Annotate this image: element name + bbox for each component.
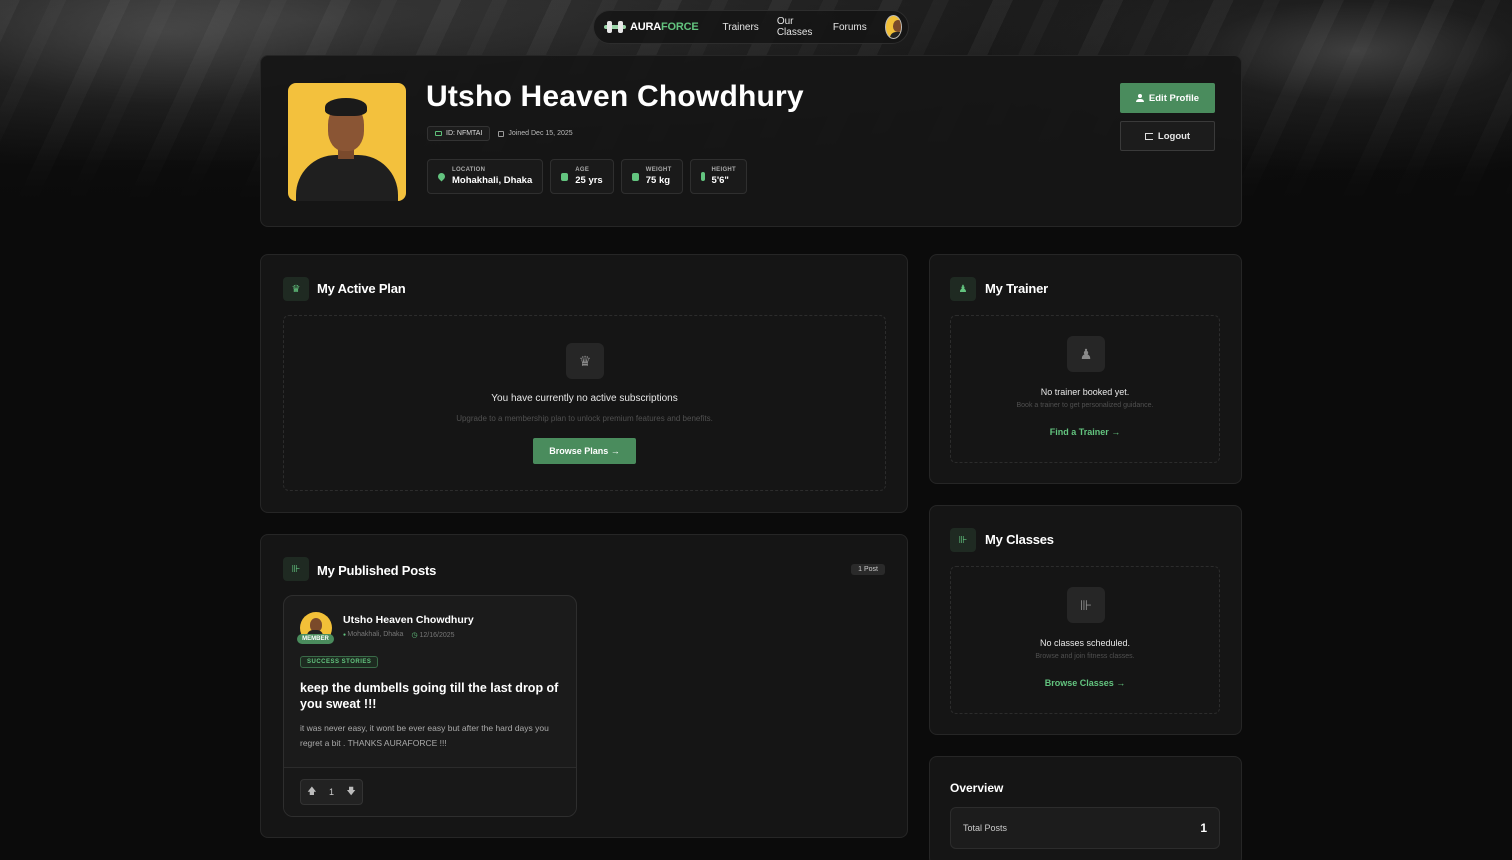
- stat-location-label: LOCATION: [452, 167, 486, 173]
- dumbbell-icon: ⊪: [950, 528, 976, 552]
- overview-row-total-posts: Total Posts 1: [950, 807, 1220, 849]
- active-plan-card: ♛ My Active Plan ♛ You have currently no…: [260, 254, 908, 513]
- trainer-empty-state: ♟ No trainer booked yet. Book a trainer …: [950, 315, 1220, 463]
- location-pin-icon: [436, 171, 447, 182]
- stat-height-label: HEIGHT: [711, 167, 737, 173]
- photo-shirt: [296, 155, 398, 201]
- profile-card: Utsho Heaven Chowdhury ID: NFMTAI Joined…: [260, 55, 1242, 227]
- published-posts-title: My Published Posts: [317, 563, 437, 578]
- stat-weight-label: WEIGHT: [645, 167, 672, 173]
- profile-photo: [288, 83, 406, 201]
- member-badge: MEMBER: [297, 634, 334, 644]
- trainer-icon: ♟: [950, 277, 976, 301]
- post-date: 12/16/2025: [411, 631, 455, 639]
- post-location: Mohakhali, Dhaka: [343, 631, 403, 639]
- trainer-empty-subtitle: Book a trainer to get personalized guida…: [1016, 402, 1154, 409]
- weight-icon: [631, 172, 639, 181]
- logout-label: Logout: [1157, 130, 1191, 142]
- joined-date-text: Joined Dec 15, 2025: [508, 130, 573, 137]
- browse-classes-link[interactable]: Browse Classes →: [951, 678, 1219, 688]
- plan-empty-title: You have currently no active subscriptio…: [491, 393, 678, 404]
- post-title: keep the dumbells going till the last dr…: [300, 681, 559, 711]
- stat-age-value: 25 yrs: [575, 175, 603, 186]
- age-icon: [561, 172, 569, 181]
- nav-link-trainers[interactable]: Trainers: [723, 22, 759, 33]
- nav-link-forums[interactable]: Forums: [833, 22, 867, 33]
- vote-control: 🡅 1 🡇: [300, 779, 363, 805]
- photo-hair: [325, 98, 367, 116]
- crown-placeholder-icon: ♛: [566, 343, 604, 379]
- profile-name: Utsho Heaven Chowdhury: [426, 80, 804, 113]
- overview-label: Total Posts: [963, 823, 1008, 833]
- post-category-tag[interactable]: SUCCESS STORIES: [300, 656, 379, 668]
- id-card-icon: [435, 131, 442, 136]
- overview-title: Overview: [950, 781, 1004, 795]
- trainer-empty-title: No trainer booked yet.: [1040, 387, 1130, 397]
- brand-name: AURAFORCE: [630, 21, 699, 33]
- post-card[interactable]: MEMBER Utsho Heaven Chowdhury Mohakhali,…: [283, 595, 577, 817]
- classes-empty-subtitle: Browse and join fitness classes.: [1035, 653, 1135, 660]
- top-nav: AURAFORCE Trainers Our Classes Forums: [593, 10, 909, 44]
- stat-age-label: AGE: [575, 167, 590, 173]
- brand-name-part-1: AURA: [630, 21, 661, 33]
- stat-location: LOCATION Mohakhali, Dhaka: [427, 159, 544, 194]
- stat-height: HEIGHT 5'6": [689, 159, 748, 194]
- downvote-icon[interactable]: 🡇: [346, 784, 355, 800]
- logout-button[interactable]: Logout: [1120, 121, 1215, 151]
- stat-location-value: Mohakhali, Dhaka: [452, 175, 533, 186]
- overview-value: 1: [1200, 821, 1207, 835]
- overview-card: Overview Total Posts 1: [929, 756, 1242, 860]
- edit-profile-label: Edit Profile: [1148, 92, 1200, 104]
- stat-height-value: 5'6": [711, 175, 729, 186]
- calendar-icon: [498, 130, 505, 137]
- avatar-face: [889, 20, 901, 38]
- crown-icon: ♛: [283, 277, 309, 301]
- stat-weight: WEIGHT 75 kg: [620, 159, 683, 194]
- active-plan-title: My Active Plan: [317, 281, 406, 296]
- brand-logo[interactable]: AURAFORCE: [604, 21, 699, 33]
- post-meta: Mohakhali, Dhaka 12/16/2025: [343, 631, 455, 639]
- post-body: it was never easy, it wont be ever easy …: [300, 723, 549, 748]
- browse-plans-button[interactable]: Browse Plans →: [533, 438, 636, 464]
- posts-dumbbell-icon: ⊪: [283, 557, 309, 581]
- my-trainer-card: ♟ My Trainer ♟ No trainer booked yet. Bo…: [929, 254, 1242, 484]
- classes-empty-state: ⊪ No classes scheduled. Browse and join …: [950, 566, 1220, 714]
- brand-name-part-2: FORCE: [660, 21, 699, 33]
- profile-meta-row: ID: NFMTAI Joined Dec 15, 2025: [427, 126, 573, 141]
- plan-empty-state: ♛ You have currently no active subscript…: [283, 315, 886, 491]
- dumbbell-logo-icon: [604, 21, 626, 33]
- post-footer: 🡅 1 🡇: [284, 767, 576, 816]
- user-avatar[interactable]: [884, 15, 902, 39]
- vote-count: 1: [328, 787, 334, 797]
- nav-link-our-classes[interactable]: Our Classes: [777, 16, 815, 38]
- upvote-icon[interactable]: 🡅: [307, 784, 316, 800]
- stat-weight-value: 75 kg: [645, 175, 671, 186]
- plan-empty-subtitle: Upgrade to a membership plan to unlock p…: [456, 414, 713, 423]
- post-count-badge: 1 Post: [851, 564, 885, 575]
- my-classes-card: ⊪ My Classes ⊪ No classes scheduled. Bro…: [929, 505, 1242, 735]
- dumbbell-placeholder-icon: ⊪: [1067, 587, 1105, 623]
- find-trainer-link[interactable]: Find a Trainer →: [951, 427, 1219, 437]
- user-edit-icon: [1135, 94, 1144, 102]
- post-avatar-face: [307, 618, 323, 640]
- profile-stats: LOCATION Mohakhali, Dhaka AGE 25 yrs WEI…: [427, 159, 748, 194]
- my-trainer-title: My Trainer: [985, 281, 1049, 296]
- classes-empty-title: No classes scheduled.: [1039, 638, 1131, 648]
- my-classes-title: My Classes: [985, 532, 1054, 547]
- post-author-name: Utsho Heaven Chowdhury: [343, 614, 474, 626]
- member-id-text: ID: NFMTAI: [446, 130, 483, 137]
- stat-age: AGE 25 yrs: [550, 159, 614, 194]
- joined-date: Joined Dec 15, 2025: [498, 130, 573, 137]
- edit-profile-button[interactable]: Edit Profile: [1120, 83, 1215, 113]
- height-icon: [700, 172, 705, 181]
- member-id-pill: ID: NFMTAI: [427, 126, 491, 141]
- published-posts-card: ⊪ My Published Posts 1 Post MEMBER Utsho…: [260, 534, 908, 838]
- trainer-placeholder-icon: ♟: [1067, 336, 1105, 372]
- logout-icon: [1144, 132, 1153, 140]
